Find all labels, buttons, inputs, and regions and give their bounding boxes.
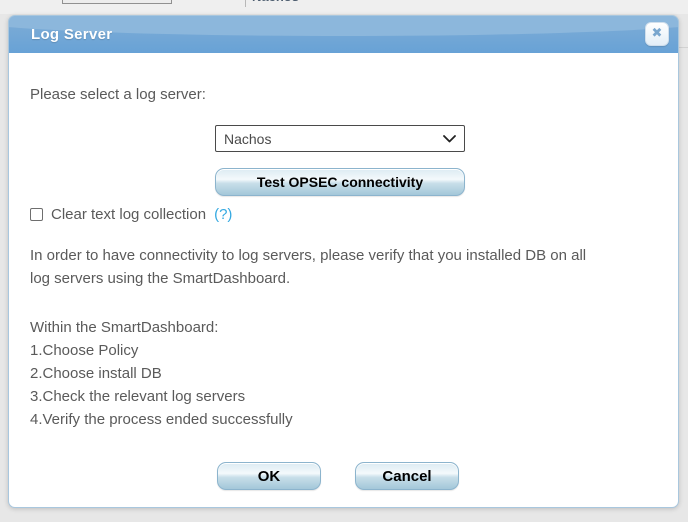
close-icon[interactable]: ✖: [645, 22, 669, 46]
select-log-server-prompt: Please select a log server:: [30, 86, 206, 103]
instruction-step: 2.Choose install DB: [30, 362, 293, 385]
clear-text-log-checkbox[interactable]: [30, 208, 43, 221]
background-column-divider: [245, 0, 246, 7]
clear-text-log-label: Clear text log collection: [51, 206, 206, 223]
background-page-strip: Extensive Nachos: [0, 0, 688, 14]
smartdashboard-instructions: Within the SmartDashboard: 1.Choose Poli…: [30, 316, 293, 431]
ok-button[interactable]: OK: [217, 462, 321, 490]
instruction-step: 3.Check the relevant log servers: [30, 385, 293, 408]
instruction-step: 4.Verify the process ended successfully: [30, 408, 293, 431]
instructions-heading: Within the SmartDashboard:: [30, 316, 293, 339]
log-server-dialog: Log Server ✖ Please select a log server:…: [8, 15, 679, 508]
clear-text-log-row: Clear text log collection (?): [30, 205, 232, 223]
test-opsec-connectivity-button[interactable]: Test OPSEC connectivity: [215, 168, 465, 196]
log-server-select[interactable]: Nachos: [215, 125, 465, 152]
log-server-select-wrap: Nachos: [215, 125, 465, 152]
background-nachos-label: Nachos: [252, 0, 299, 5]
info-line: log servers using the SmartDashboard.: [30, 267, 678, 290]
cancel-button[interactable]: Cancel: [355, 462, 459, 490]
instruction-step: 1.Choose Policy: [30, 339, 293, 362]
connectivity-info-paragraph: In order to have connectivity to log ser…: [30, 244, 678, 290]
background-extensive-button: Extensive: [62, 0, 172, 4]
dialog-title: Log Server: [31, 16, 112, 53]
info-line: In order to have connectivity to log ser…: [30, 244, 678, 267]
help-link[interactable]: (?): [214, 206, 232, 223]
